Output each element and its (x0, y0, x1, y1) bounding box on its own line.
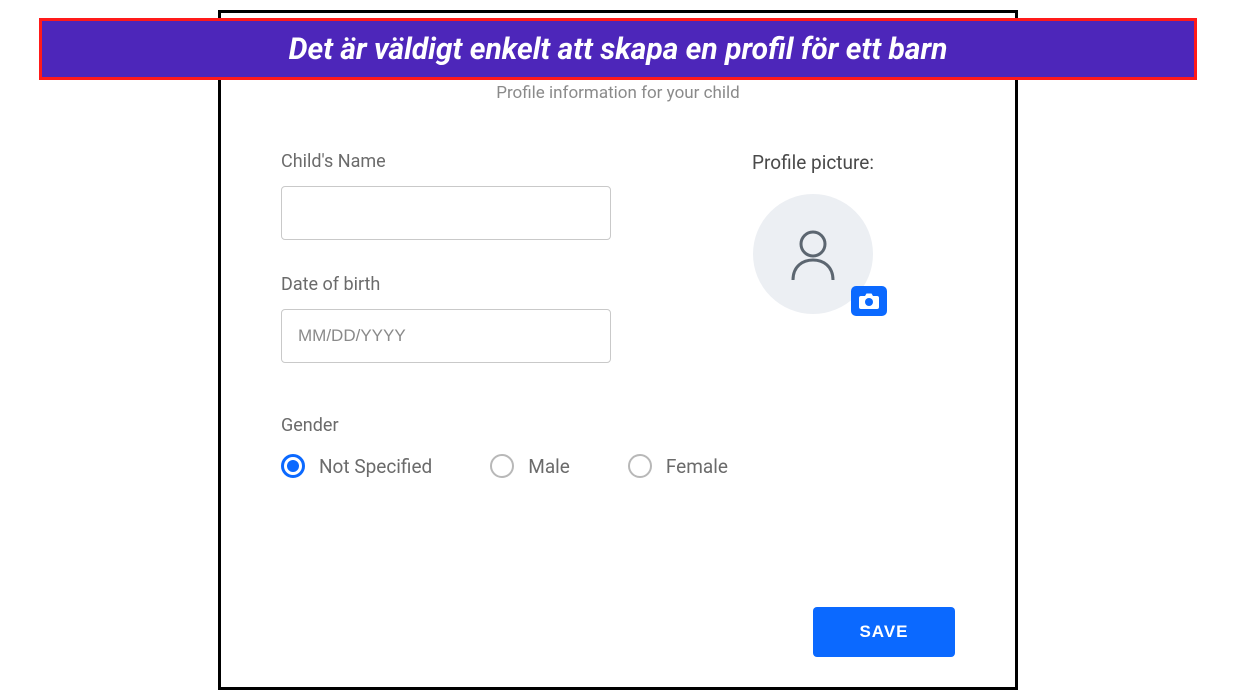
radio-icon (628, 454, 652, 478)
form-left-column: Child's Name Date of birth (281, 151, 611, 397)
gender-radio-female[interactable]: Female (628, 454, 728, 478)
gender-radio-not-specified[interactable]: Not Specified (281, 454, 432, 478)
child-name-label: Child's Name (281, 151, 611, 172)
child-profile-modal: Profile information for your child Child… (218, 10, 1018, 690)
dob-input[interactable] (281, 309, 611, 363)
upload-photo-button[interactable] (851, 286, 887, 316)
camera-icon (858, 292, 880, 310)
modal-subtitle: Profile information for your child (281, 83, 955, 103)
gender-section: Gender Not Specified Male Female (281, 415, 955, 478)
radio-icon (490, 454, 514, 478)
annotation-banner: Det är väldigt enkelt att skapa en profi… (39, 18, 1197, 80)
gender-radio-group: Not Specified Male Female (281, 454, 955, 478)
child-name-input[interactable] (281, 186, 611, 240)
form-right-column: Profile picture: (671, 151, 955, 397)
gender-option-label: Not Specified (319, 455, 432, 478)
gender-option-label: Female (666, 455, 728, 478)
gender-radio-male[interactable]: Male (490, 454, 570, 478)
gender-label: Gender (281, 415, 955, 436)
annotation-banner-text: Det är väldigt enkelt att skapa en profi… (289, 32, 948, 67)
form-row: Child's Name Date of birth Profile pictu… (281, 151, 955, 397)
avatar-wrapper (753, 194, 873, 314)
dob-label: Date of birth (281, 274, 611, 295)
profile-picture-label: Profile picture: (752, 151, 874, 174)
radio-dot-icon (287, 460, 299, 472)
person-icon (781, 222, 845, 286)
gender-option-label: Male (528, 455, 570, 478)
radio-icon (281, 454, 305, 478)
save-button[interactable]: SAVE (813, 607, 955, 657)
